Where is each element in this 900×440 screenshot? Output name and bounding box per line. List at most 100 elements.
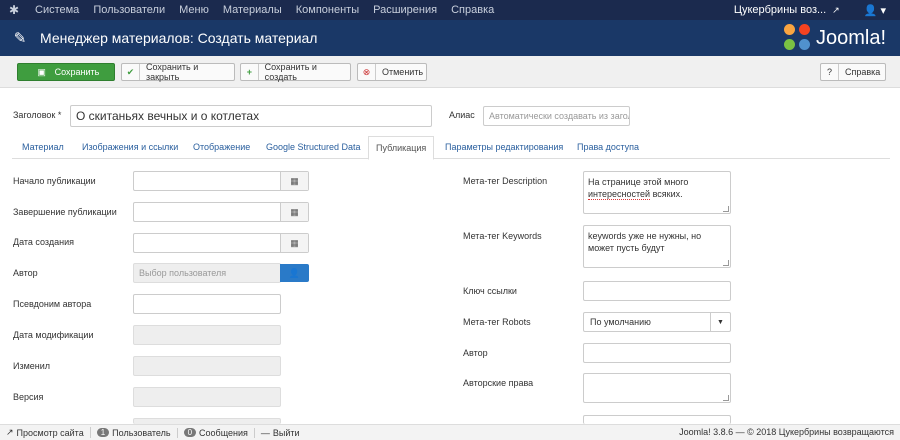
site-name-link[interactable]: Цукербрины воз... <box>734 4 826 16</box>
xreference-label: Ключ ссылки <box>463 286 517 296</box>
top-right: Цукербрины воз... ↗ 👤 ▾ <box>734 0 886 20</box>
title-label: Заголовок * <box>13 110 62 120</box>
help-label: Справка <box>845 67 881 77</box>
logout-link[interactable]: — Выйти <box>255 428 306 438</box>
page-header: ✎ Менеджер материалов: Создать материал … <box>0 20 900 56</box>
author-alias-label: Псевдоним автора <box>13 299 92 309</box>
save-close-button[interactable]: ✔ Сохранить и закрыть <box>121 62 235 82</box>
save-close-label: Сохранить и закрыть <box>145 62 199 82</box>
modified-input <box>133 325 281 345</box>
meta-description-line-2: интерeсностей всяких. <box>588 188 726 200</box>
menu-help[interactable]: Справка <box>444 0 501 20</box>
menu-extensions[interactable]: Расширения <box>366 0 444 20</box>
tab-content[interactable]: Материал <box>22 136 64 159</box>
check-icon: ✔ <box>122 64 140 80</box>
menu-system[interactable]: Система <box>28 0 86 20</box>
cancel-button[interactable]: ⊗ Отменить <box>357 63 427 81</box>
publish-up-input[interactable]: ▦ <box>133 171 309 191</box>
alias-placeholder: Автоматически создавать из загол <box>489 111 629 121</box>
users-count-badge: 1 <box>96 428 110 437</box>
author-placeholder: Выбор пользователя <box>139 268 227 278</box>
messages-link[interactable]: 0 Сообщения <box>178 427 255 438</box>
meta-keywords-textarea[interactable]: keywords уже не нужны, но может пусть бу… <box>583 225 731 268</box>
meta-description-line-1: На странице этой много <box>588 177 689 187</box>
title-input[interactable]: О скитаньях вечных и о котлетах <box>70 105 432 127</box>
page-title: Менеджер материалов: Создать материал <box>40 30 318 46</box>
users-label: Пользователь <box>112 427 171 438</box>
tab-permissions[interactable]: Права доступа <box>577 136 639 159</box>
publish-down-label: Завершение публикации <box>13 207 117 217</box>
meta-description-line-2-rest: всяких. <box>650 189 683 199</box>
view-site-label: Просмотр сайта <box>16 427 84 438</box>
save-label: Сохранить <box>54 67 100 77</box>
meta-description-textarea[interactable]: На странице этой много интерeсностей вся… <box>583 171 731 214</box>
cancel-label: Отменить <box>382 67 424 77</box>
modified-label: Дата модификации <box>13 330 94 340</box>
joomla-logo-icon[interactable]: ✱ <box>0 3 28 17</box>
modified-by-input <box>133 356 281 376</box>
meta-keywords-label: Мета-тег Keywords <box>463 231 542 241</box>
alias-input[interactable]: Автоматически создавать из загол <box>483 106 630 126</box>
calendar-icon[interactable]: ▦ <box>280 172 308 190</box>
resize-grip-icon[interactable] <box>723 395 729 401</box>
select-user-button[interactable]: 👤 <box>280 264 309 282</box>
top-menu: Система Пользователи Меню Материалы Комп… <box>28 0 501 20</box>
user-icon: 👤 <box>288 267 301 278</box>
brand-text: Joomla! <box>815 26 886 49</box>
tab-publishing[interactable]: Публикация <box>368 136 435 160</box>
chevron-down-icon: ▼ <box>710 313 730 331</box>
publish-down-input[interactable]: ▦ <box>133 202 309 222</box>
menu-users[interactable]: Пользователи <box>86 0 172 20</box>
joomla-brand: Joomla! <box>783 24 886 52</box>
tab-display[interactable]: Отображение <box>193 136 250 159</box>
xreference-input[interactable] <box>583 281 731 301</box>
alias-label: Алиас <box>449 110 475 120</box>
minus-icon: — <box>260 427 270 438</box>
meta-robots-label: Мета-тег Robots <box>463 317 531 327</box>
messages-count-badge: 0 <box>183 428 197 437</box>
tab-google-structured-data[interactable]: Google Structured Data <box>266 136 361 159</box>
save-icon: ▣ <box>37 66 46 77</box>
save-new-button[interactable]: + Сохранить и создать <box>240 62 351 82</box>
messages-label: Сообщения <box>199 427 248 438</box>
calendar-icon[interactable]: ▦ <box>280 234 308 252</box>
user-icon[interactable]: 👤 ▾ <box>864 4 886 17</box>
calendar-icon[interactable]: ▦ <box>280 203 308 221</box>
misspelled-word: интерeсностей <box>588 189 651 200</box>
next-field-partial <box>583 415 731 424</box>
meta-rights-textarea[interactable] <box>583 373 731 403</box>
help-button[interactable]: ? Справка <box>820 63 886 81</box>
tab-images-links[interactable]: Изображения и ссылки <box>82 136 178 159</box>
top-nav: ✱ Система Пользователи Меню Материалы Ко… <box>0 0 900 20</box>
logout-label: Выйти <box>272 427 300 438</box>
resize-grip-icon[interactable] <box>723 260 729 266</box>
meta-author-label: Автор <box>463 348 488 358</box>
author-select-input[interactable]: Выбор пользователя <box>133 263 281 283</box>
pencil-icon: ✎ <box>13 30 27 47</box>
menu-menus[interactable]: Меню <box>172 0 216 20</box>
menu-components[interactable]: Компоненты <box>289 0 366 20</box>
meta-robots-select[interactable]: По умолчанию ▼ <box>583 312 731 332</box>
modified-by-label: Изменил <box>13 361 51 371</box>
version-input <box>133 387 281 407</box>
tab-editing-options[interactable]: Параметры редактирования <box>445 136 563 159</box>
footer-copyright: Joomla! 3.8.6 — © 2018 Цукербрины возвра… <box>679 427 894 437</box>
plus-icon: + <box>241 64 259 80</box>
created-input[interactable]: ▦ <box>133 233 309 253</box>
external-link-icon: ↗ <box>832 4 840 15</box>
meta-author-input[interactable] <box>583 343 731 363</box>
status-bar: ↗ Просмотр сайта 1 Пользователь 0 Сообще… <box>0 424 900 440</box>
author-alias-input[interactable] <box>133 294 281 314</box>
meta-keywords-value: keywords уже не нужны, но может пусть бу… <box>588 231 702 253</box>
save-new-label: Сохранить и создать <box>264 62 317 82</box>
users-link[interactable]: 1 Пользователь <box>91 427 178 438</box>
external-link-icon: ↗ <box>6 427 14 437</box>
view-site-link[interactable]: ↗ Просмотр сайта <box>0 427 91 438</box>
publish-up-label: Начало публикации <box>13 176 96 186</box>
menu-content[interactable]: Материалы <box>216 0 289 20</box>
author-label: Автор <box>13 268 38 278</box>
resize-grip-icon[interactable] <box>723 206 729 212</box>
meta-rights-label: Авторские права <box>463 378 534 388</box>
meta-robots-value: По умолчанию <box>590 317 651 327</box>
save-button[interactable]: ▣ Сохранить <box>17 63 115 81</box>
